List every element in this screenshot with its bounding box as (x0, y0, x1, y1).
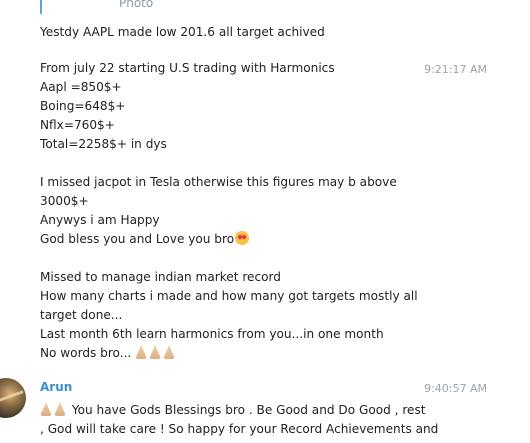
reply-bar (40, 0, 42, 14)
reply-label[interactable]: Photo (119, 0, 153, 10)
message-line: Total=2258$+ in dys (40, 137, 167, 151)
message-1: Yestdy AAPL made low 201.6 all target ac… (40, 23, 440, 42)
folded-hands-emoji-icon (40, 402, 52, 416)
message-line: , God will take care ! So happy for your… (40, 422, 439, 436)
folded-hands-emoji-icon (135, 345, 148, 359)
message-2: From july 22 starting U.S trading with H… (40, 59, 440, 363)
message-line: target done... (40, 308, 123, 322)
folded-hands-emoji-icon (149, 345, 162, 359)
message-line: How many charts i made and how many got … (40, 289, 418, 303)
folded-hands-emoji-icon (163, 345, 176, 359)
message-3: You have Gods Blessings bro . Be Good an… (40, 401, 440, 439)
message-line: Anywys i am Happy (40, 213, 160, 227)
message-line-text: No words bro... (40, 346, 132, 360)
message-line-text: You have Gods Blessings bro . Be Good an… (71, 403, 426, 417)
message-line (40, 249, 440, 268)
message-line: No words bro... (40, 344, 440, 363)
folded-hands-emoji-icon (54, 402, 66, 416)
message-line: From july 22 starting U.S trading with H… (40, 61, 335, 75)
message-line: I missed jacpot in Tesla otherwise this … (40, 175, 397, 189)
message-line-text: God bless you and Love you bro (40, 232, 235, 246)
message-line: Aapl =850$+ (40, 80, 122, 94)
message-line (40, 154, 440, 173)
message-line: Boing=648$+ (40, 99, 126, 113)
message-line: Missed to manage indian market record (40, 270, 281, 284)
message-line: Last month 6th learn harmonics from you.… (40, 327, 384, 341)
message-line: 3000$+ (40, 194, 89, 208)
message-line: You have Gods Blessings bro . Be Good an… (40, 401, 440, 420)
sender-name[interactable]: Arun (40, 380, 72, 394)
heart-eyes-emoji-icon (235, 231, 250, 245)
message-3-time: 9:40:57 AM (424, 382, 487, 395)
message-text: Yestdy AAPL made low 201.6 all target ac… (40, 25, 325, 39)
message-line: Nflx=760$+ (40, 118, 115, 132)
message-line: God bless you and Love you bro (40, 230, 440, 249)
avatar[interactable] (0, 378, 26, 418)
